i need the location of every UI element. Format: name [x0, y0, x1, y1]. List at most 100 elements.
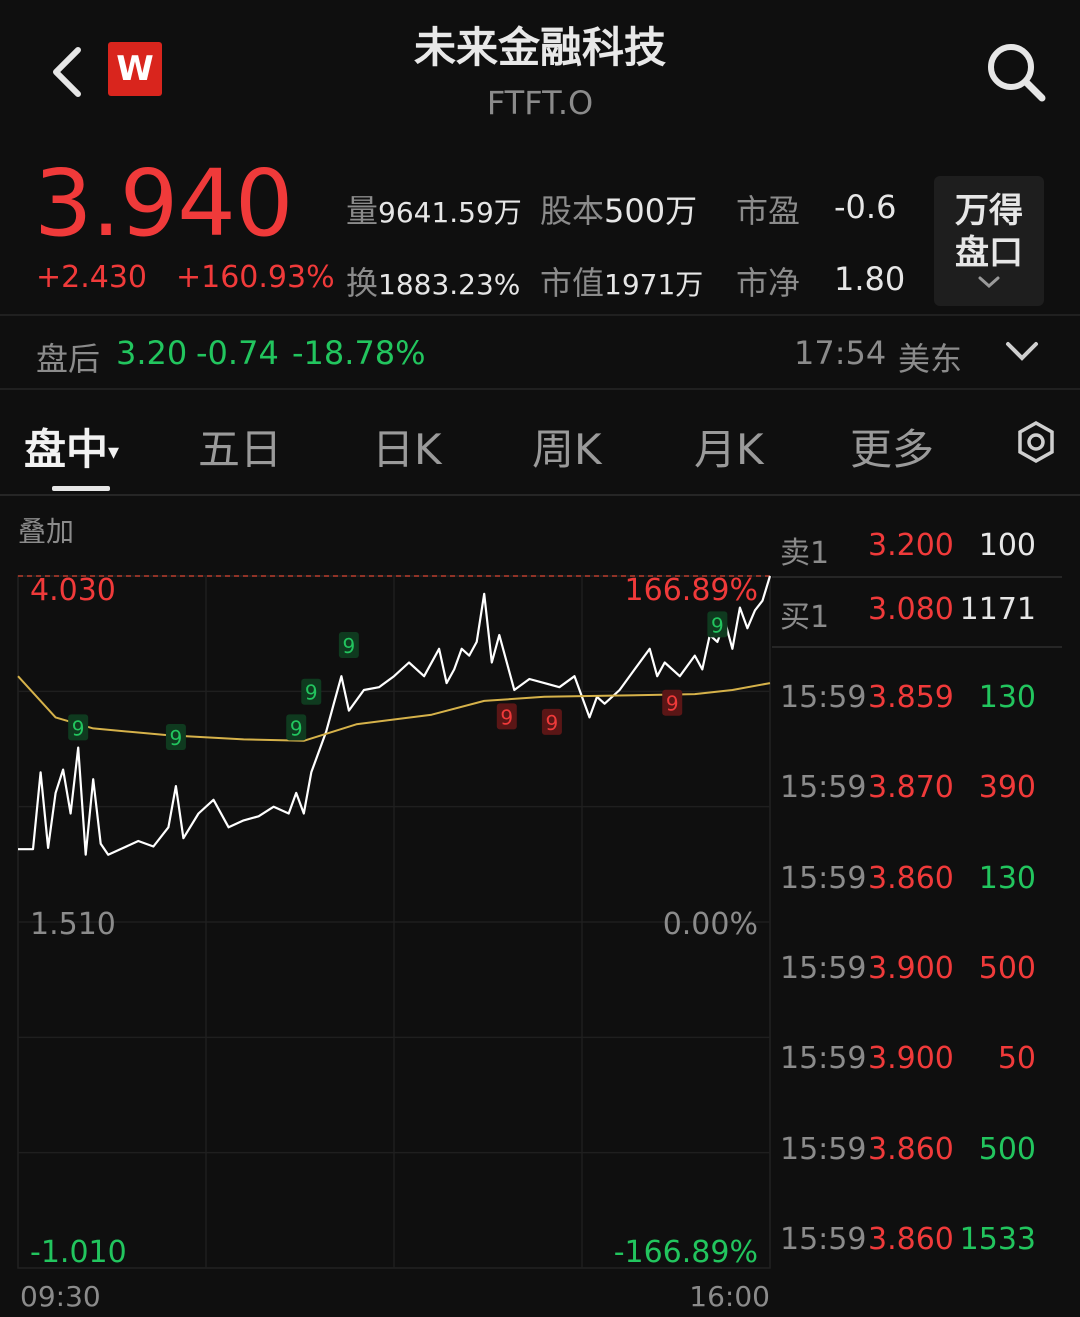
trade-qty: 500 — [978, 950, 1036, 986]
wind-panel-line2: 盘口 — [955, 233, 1023, 273]
bid-price: 3.080 — [868, 592, 954, 627]
price-change-pct: +160.93% — [176, 260, 335, 295]
share-capital-label: 股本 — [540, 192, 605, 230]
caret-down-icon: ▾ — [108, 440, 120, 465]
pe-value: -0.6 — [834, 188, 897, 226]
wind-logo[interactable]: W — [108, 42, 162, 96]
y-tick-label-left: -1.010 — [30, 1235, 127, 1270]
signal-badge-label: 9 — [72, 716, 85, 740]
turnover-stat: 换1883.23% — [346, 258, 520, 304]
signal-badge-label: 9 — [305, 681, 318, 705]
trade-qty: 130 — [978, 860, 1036, 896]
tab-monthly-k[interactable]: 月K — [694, 416, 764, 477]
intraday-chart[interactable]: 9 9 9999 9994.0301.510-1.010166.89%0.00%-16… — [0, 560, 772, 1317]
search-button[interactable] — [984, 40, 1048, 104]
share-capital-stat: 股本500万 — [540, 186, 697, 232]
trade-price: 3.860 — [868, 860, 954, 896]
after-hours-time: 17:54 — [794, 334, 887, 372]
trade-row: 15:59 3.900 50 — [780, 1041, 1060, 1081]
tab-five-day[interactable]: 五日 — [198, 416, 282, 477]
price-change: +2.430 — [36, 260, 148, 295]
ask-qty: 100 — [978, 528, 1036, 563]
tab-daily-k[interactable]: 日K — [372, 416, 442, 477]
after-hours-expand[interactable] — [1004, 338, 1040, 366]
market-cap-label: 市值 — [540, 264, 605, 302]
signal-badge-label: 9 — [343, 634, 356, 658]
y-tick-label-left: 1.510 — [30, 907, 116, 942]
signal-badge-label: 9 — [666, 692, 679, 716]
y-tick-label-right: -166.89% — [614, 1235, 758, 1270]
market-cap-stat: 市值1971万 — [540, 258, 703, 304]
turnover-label: 换 — [346, 264, 379, 302]
tab-more[interactable]: 更多 — [850, 416, 934, 477]
after-hours-change-pct: -18.78% — [292, 334, 426, 372]
signal-badge-label: 9 — [500, 705, 513, 729]
signal-badge-label: 9 — [290, 716, 303, 740]
y-tick-label-right: 0.00% — [663, 907, 758, 942]
ask-row: 卖1 3.200 100 — [780, 528, 1060, 571]
back-button[interactable] — [48, 44, 88, 100]
trade-price: 3.860 — [868, 1221, 954, 1257]
last-price: 3.940 — [34, 150, 293, 257]
share-capital-value: 500万 — [604, 192, 698, 230]
wind-panel-line1: 万得 — [955, 191, 1023, 231]
bid-row: 买1 3.080 1171 — [780, 592, 1060, 635]
chevron-down-icon — [1006, 342, 1038, 361]
signal-badge-label: 9 — [546, 711, 559, 735]
pb-value: 1.80 — [834, 260, 906, 298]
trade-row: 15:59 3.860 130 — [780, 861, 1060, 901]
ask-price: 3.200 — [868, 528, 954, 563]
stock-name: 未来金融科技 — [413, 23, 666, 72]
trade-time: 15:59 — [780, 860, 867, 896]
divider — [772, 576, 1062, 578]
pe-label: 市盈 — [736, 192, 801, 230]
bid-level-label: 买1 — [780, 600, 830, 635]
overlay-button[interactable]: 叠加 — [18, 510, 74, 550]
stock-ticker: FTFT.O — [486, 84, 594, 122]
ask-level-label: 卖1 — [780, 536, 830, 571]
turnover-value: 1883.23% — [378, 268, 521, 301]
trade-qty: 50 — [997, 1041, 1036, 1077]
bid-qty: 1171 — [959, 592, 1036, 627]
trade-row: 15:59 3.859 130 — [780, 680, 1060, 720]
chart-settings-button[interactable] — [1014, 420, 1058, 464]
settings-icon — [1018, 420, 1054, 464]
tab-intraday[interactable]: 盘中▾ — [24, 416, 119, 477]
tab-weekly-k[interactable]: 周K — [532, 416, 602, 477]
wind-orderbook-button[interactable]: 万得 盘口 — [934, 176, 1044, 306]
x-tick-label: 16:00 — [689, 1280, 770, 1313]
trade-qty: 1533 — [959, 1221, 1036, 1257]
trade-row: 15:59 3.860 500 — [780, 1132, 1060, 1172]
after-hours-label: 盘后 — [36, 340, 101, 378]
trade-time: 15:59 — [780, 1131, 867, 1167]
trade-price: 3.860 — [868, 1131, 954, 1167]
after-hours-price: 3.20 — [116, 334, 188, 372]
divider — [0, 494, 1080, 496]
volume-label: 量 — [346, 192, 379, 230]
trade-time: 15:59 — [780, 1041, 867, 1077]
chevron-down-icon — [978, 276, 1000, 289]
trade-time: 15:59 — [780, 770, 867, 806]
pb-label: 市净 — [736, 264, 801, 302]
volume-stat: 量9641.59万 — [346, 186, 522, 232]
trade-price: 3.870 — [868, 770, 954, 806]
trade-time: 15:59 — [780, 680, 867, 715]
after-hours-change: -0.74 — [196, 334, 279, 372]
trade-qty: 500 — [978, 1131, 1036, 1167]
trade-qty: 130 — [978, 680, 1036, 715]
trade-price: 3.859 — [868, 680, 954, 715]
market-cap-value: 1971万 — [604, 268, 704, 301]
signal-badge-label: 9 — [711, 613, 724, 637]
divider — [0, 314, 1080, 316]
trade-row: 15:59 3.860 1533 — [780, 1222, 1060, 1262]
trade-time: 15:59 — [780, 950, 867, 986]
y-tick-label-right: 166.89% — [625, 573, 758, 608]
search-icon — [988, 44, 1046, 102]
after-hours-zone: 美东 — [898, 340, 963, 378]
tab-intraday-label: 盘中 — [24, 425, 109, 474]
x-tick-label: 09:30 — [20, 1280, 101, 1313]
trade-qty: 390 — [978, 770, 1036, 806]
signal-badge-label: 9 — [170, 726, 183, 750]
divider — [772, 646, 1062, 648]
trade-price: 3.900 — [868, 950, 954, 986]
